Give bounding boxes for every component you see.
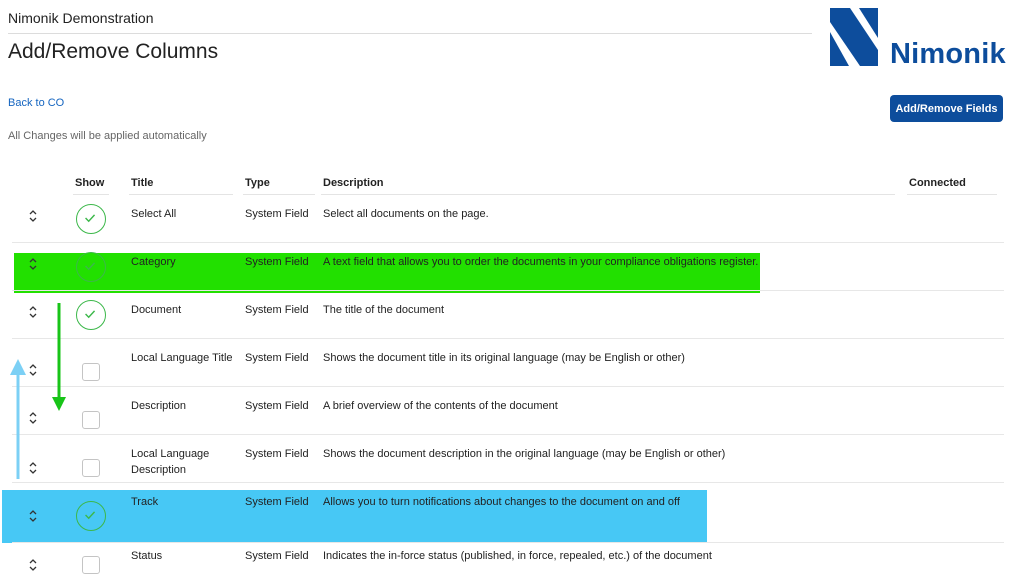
- row-title: Status: [131, 550, 163, 562]
- table-row[interactable]: Select All System Field Select all docum…: [0, 195, 1024, 243]
- row-type: System Field: [245, 304, 309, 316]
- table-row[interactable]: Category System Field A text field that …: [0, 243, 1024, 291]
- drag-handle-icon[interactable]: [28, 411, 38, 425]
- row-description: Select all documents on the page.: [323, 208, 489, 220]
- drag-handle-icon[interactable]: [28, 509, 38, 523]
- autosave-note: All Changes will be applied automaticall…: [8, 130, 207, 142]
- logo-text: Nimonik: [890, 38, 1006, 70]
- move-down-arrow-icon: [52, 303, 66, 411]
- page-title: Add/Remove Columns: [8, 40, 219, 63]
- column-header-description: Description: [323, 177, 384, 189]
- add-remove-fields-button[interactable]: Add/Remove Fields: [890, 95, 1003, 122]
- table-row[interactable]: Local Language Description System Field …: [0, 435, 1024, 483]
- row-description: A text field that allows you to order th…: [323, 256, 759, 268]
- column-header-show: Show: [75, 177, 105, 189]
- row-title: Category: [131, 256, 176, 268]
- row-description: The title of the document: [323, 304, 445, 316]
- logo-mark-icon: [830, 8, 878, 66]
- row-description: Shows the document description in the or…: [323, 448, 726, 460]
- row-title: Local Language Title: [131, 352, 233, 364]
- show-checkbox-checked[interactable]: [76, 252, 106, 282]
- show-checkbox-unchecked[interactable]: [82, 363, 100, 381]
- row-title: Track: [131, 496, 159, 508]
- show-checkbox-checked[interactable]: [76, 300, 106, 330]
- column-header-title: Title: [131, 177, 154, 189]
- row-type: System Field: [245, 400, 309, 412]
- row-title: Description: [131, 400, 187, 412]
- row-title: Document: [131, 304, 182, 316]
- checkmark-icon: [85, 310, 96, 319]
- nimonik-logo: Nimonik: [830, 8, 1010, 70]
- checkmark-icon: [85, 214, 96, 223]
- row-title: Local Language Description: [131, 448, 210, 476]
- show-checkbox-unchecked[interactable]: [82, 459, 100, 477]
- back-to-co-link[interactable]: Back to CO: [8, 97, 64, 109]
- table-row[interactable]: Track System Field Allows you to turn no…: [0, 483, 1024, 543]
- checkmark-icon: [85, 262, 96, 271]
- show-checkbox-checked[interactable]: [76, 204, 106, 234]
- table-row[interactable]: Local Language Title System Field Shows …: [0, 339, 1024, 387]
- drag-handle-icon[interactable]: [28, 257, 38, 271]
- row-description: A brief overview of the contents of the …: [323, 400, 558, 412]
- row-type: System Field: [245, 208, 309, 220]
- table-row[interactable]: Document System Field The title of the d…: [0, 291, 1024, 339]
- row-type: System Field: [245, 550, 309, 562]
- show-checkbox-checked[interactable]: [76, 501, 106, 531]
- row-type: System Field: [245, 256, 309, 268]
- show-checkbox-unchecked[interactable]: [82, 556, 100, 574]
- move-up-arrow-icon: [10, 359, 26, 479]
- org-name: Nimonik Demonstration: [8, 10, 154, 26]
- row-type: System Field: [245, 448, 309, 460]
- row-type: System Field: [245, 496, 309, 508]
- table-row[interactable]: Status System Field Indicates the in-for…: [0, 538, 1024, 586]
- header-divider: [8, 33, 812, 34]
- drag-handle-icon[interactable]: [28, 558, 38, 572]
- drag-handle-icon[interactable]: [28, 363, 38, 377]
- table-row[interactable]: Description System Field A brief overvie…: [0, 387, 1024, 435]
- checkmark-icon: [85, 511, 96, 520]
- drag-handle-icon[interactable]: [28, 305, 38, 319]
- drag-handle-icon[interactable]: [28, 461, 38, 475]
- show-checkbox-unchecked[interactable]: [82, 411, 100, 429]
- row-title: Select All: [131, 208, 177, 220]
- column-header-type: Type: [245, 177, 270, 189]
- row-description: Indicates the in-force status (published…: [323, 550, 712, 562]
- row-description: Allows you to turn notifications about c…: [323, 496, 680, 508]
- row-type: System Field: [245, 352, 309, 364]
- row-description: Shows the document title in its original…: [323, 352, 685, 364]
- column-header-connected: Connected: [909, 177, 966, 189]
- drag-handle-icon[interactable]: [28, 209, 38, 223]
